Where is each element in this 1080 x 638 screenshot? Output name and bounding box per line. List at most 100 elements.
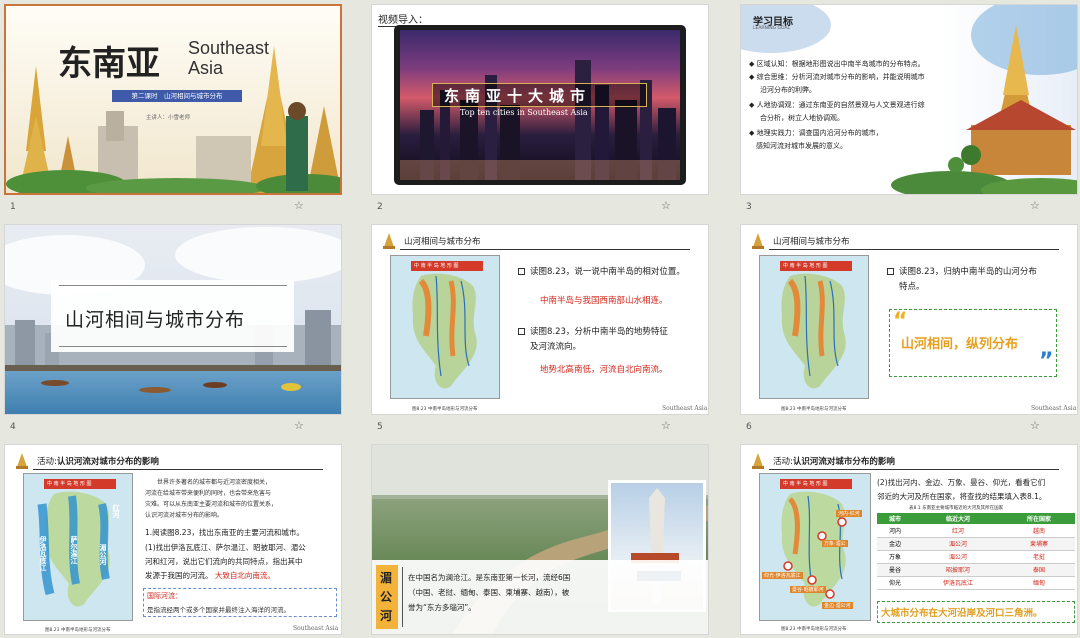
table-cell: 金边	[889, 541, 902, 548]
table-cell: 老挝	[1032, 554, 1045, 561]
task-text: 发源于我国的河流。 大致自北向南流。	[145, 570, 275, 581]
goal-text: 沿河分布的利弊。	[760, 86, 816, 94]
slide-2-label: 视频导入：	[378, 15, 428, 26]
task-text: 1.阅读图8.23，找出东南亚的主要河流和城市。	[145, 528, 304, 537]
city-label: 河内·红河	[836, 510, 862, 517]
table-row: 曼谷 昭披耶河 泰国	[877, 563, 1075, 576]
divider	[400, 249, 690, 250]
checkbox-icon	[518, 328, 525, 335]
header-text: 认识河流对城市分布的影响	[56, 457, 159, 467]
slide-1-author: 主讲人：小雪老师	[146, 115, 191, 121]
table-cell: 缅甸	[1032, 580, 1045, 587]
slide-header: 山河相间与城市分布	[749, 231, 850, 251]
intro-text: 世界许多著名的城市都与近河流密度相关，	[157, 479, 272, 486]
table-header: 城市	[889, 516, 902, 523]
slide-header: 山河相间与城市分布	[380, 231, 481, 251]
table-row: 仰光 伊洛瓦底江 缅甸	[877, 576, 1075, 589]
table-cell: 曼谷	[889, 567, 902, 574]
goal-item: ◆ 综合思维：分析河流对城市分布的影响，并能说明城市	[749, 73, 925, 81]
task-text: 发源于我国的河流。	[145, 571, 213, 580]
slide-number: 4	[10, 422, 16, 432]
table-cell: 万象	[889, 554, 902, 561]
slide-number: 2	[377, 202, 383, 212]
answer-text: 大致自北向南流。	[214, 571, 275, 580]
question-text: 读图8.23，说一说中南半岛的相对位置。	[530, 267, 685, 277]
slide-3-canvas: 学习目标 LEARNING GOAL ◆ 区域认知：根据地形图说出中南半岛城市的…	[740, 4, 1078, 195]
map-title: 中 南 半 岛 地 形 图	[47, 481, 92, 487]
quote-text: 山河相间，纵列分布	[901, 337, 1019, 352]
divider	[59, 346, 287, 347]
table-cell: 湄公河	[948, 541, 967, 548]
slide-1-subtitle: 第二课时 山河相间与城市分布	[112, 90, 242, 102]
river-label: 萨尔温江	[70, 536, 78, 564]
table-cell: 柬埔寨	[1029, 541, 1048, 548]
river-desc: 誉为“东方多瑙河”。	[408, 603, 476, 612]
checkbox-icon	[518, 268, 525, 275]
goal-text: 区域认知：根据地形图说出中南半岛城市的分布特点。	[756, 60, 925, 68]
question-text: 读图8.23，分析中南半岛的地势特征	[530, 327, 668, 337]
slide-1-title: 东南亚	[58, 44, 160, 84]
slide-9-canvas: 活动: 认识河流对城市分布的影响 中 南 半 岛 地 形 图 河内·红河 万象·湄…	[740, 444, 1078, 635]
question-text: 特点。	[899, 282, 925, 292]
star-icon[interactable]: ☆	[661, 419, 671, 432]
city-river-table: 城市 临近大河 所在国家 河内 红河 越南 金边 湄公河 柬埔寨 万象 湄公河 老挝 曼谷昭…	[877, 513, 1075, 590]
divider	[33, 469, 323, 470]
map-title: 中 南 半 岛 地 形 图	[783, 481, 828, 487]
definition-title: 国际河流：	[147, 592, 182, 600]
question-text: 读图8.23，归纳中南半岛的山河分布	[899, 267, 1037, 277]
table-cell: 越南	[1032, 527, 1045, 535]
slide-header: 活动: 认识河流对城市分布的影响	[13, 451, 159, 471]
quote-close-icon: ”	[1039, 349, 1054, 374]
goal-text: 地理实践力：调查国内沿河分布的城市，	[756, 129, 883, 137]
river-label: 红河	[112, 504, 120, 518]
watermark-text: Southeast Asia	[293, 625, 339, 632]
table-row: 金边 湄公河 柬埔寨	[877, 537, 1075, 550]
table-header: 所在国家	[1026, 516, 1051, 523]
star-icon[interactable]: ☆	[294, 199, 304, 212]
goal-text: 人地协调观：通过东南亚的自然景观与人文景观进行综	[756, 101, 925, 109]
star-icon[interactable]: ☆	[661, 199, 671, 212]
intro-text: 认识河流对城市分布的影响。	[145, 512, 224, 519]
pagoda-icon	[752, 233, 764, 249]
question-text: 及河流流向。	[530, 342, 582, 352]
river-desc: 在中国名为澜沧江。是东南亚第一长河，流经6国	[408, 573, 571, 582]
table-cell: 湄公河	[948, 554, 967, 561]
question-2: 读图8.23，分析中南半岛的地势特征	[518, 325, 668, 340]
terrain-map: 中 南 半 岛 地 形 图	[390, 255, 500, 399]
slide-5-canvas: 山河相间与城市分布 中 南 半 岛 地 形 图 图8.23 中南半岛地形与河流分…	[371, 224, 709, 415]
star-icon[interactable]: ☆	[1030, 199, 1040, 212]
intro-text: 河流在给城市带来便利的同时，也会带来危害与	[145, 490, 272, 497]
table-row: 河内 红河 越南	[877, 524, 1075, 537]
slide-1-title-en2: Asia	[188, 58, 224, 78]
divider	[769, 249, 1059, 250]
answer-1: 中南半岛与我国西南部山水相连。	[540, 296, 668, 306]
slide-number: 1	[10, 202, 16, 212]
header-prefix: 活动:	[773, 457, 793, 467]
map-caption: 图8.23 中南半岛地形与河流分布	[781, 627, 847, 632]
goal-text: 合分析，树立人地协调观。	[760, 114, 844, 122]
river-desc: （中国、老挝、缅甸、泰国、柬埔寨、越南），被	[408, 588, 570, 597]
table-row: 万象 湄公河 老挝	[877, 550, 1075, 563]
video-title-en: Top ten cities in Southeast Asia	[460, 108, 588, 117]
river-name-char: 湄	[380, 571, 393, 585]
pagoda-icon	[752, 453, 764, 469]
divider	[769, 469, 1059, 470]
goal-item: ◆ 人地协调观：通过东南亚的自然景观与人文景观进行综	[749, 101, 925, 109]
river-label: 湄公河	[99, 544, 107, 565]
goal-text: 综合思维：分析河流对城市分布的影响，并能说明城市	[756, 73, 925, 81]
map-caption: 图8.23 中南半岛地形与河流分布	[412, 407, 478, 412]
star-icon[interactable]: ☆	[1030, 419, 1040, 432]
river-name-char: 公	[380, 590, 393, 604]
watermark-text: Southeast Asia	[662, 405, 708, 412]
slide-number: 5	[377, 422, 383, 432]
star-icon[interactable]: ☆	[294, 419, 304, 432]
header-text: 山河相间与城市分布	[773, 237, 850, 247]
city-map: 中 南 半 岛 地 形 图 河内·红河 万象·湄公 仰光·伊洛瓦底江 曼谷·昭披…	[759, 473, 871, 621]
quote-open-icon: “	[893, 309, 908, 334]
river-label: 伊洛瓦底江	[39, 536, 47, 571]
question-1: 读图8.23，说一说中南半岛的相对位置。	[518, 265, 685, 280]
question-1: 读图8.23，归纳中南半岛的山河分布	[887, 265, 1037, 280]
table-cell: 河内	[889, 527, 902, 535]
slide-8-canvas: 湄 公 河 在中国名为澜沧江。是东南亚第一长河，流经6国 （中国、老挝、缅甸、泰…	[371, 444, 709, 635]
table-cell: 泰国	[1032, 567, 1045, 574]
